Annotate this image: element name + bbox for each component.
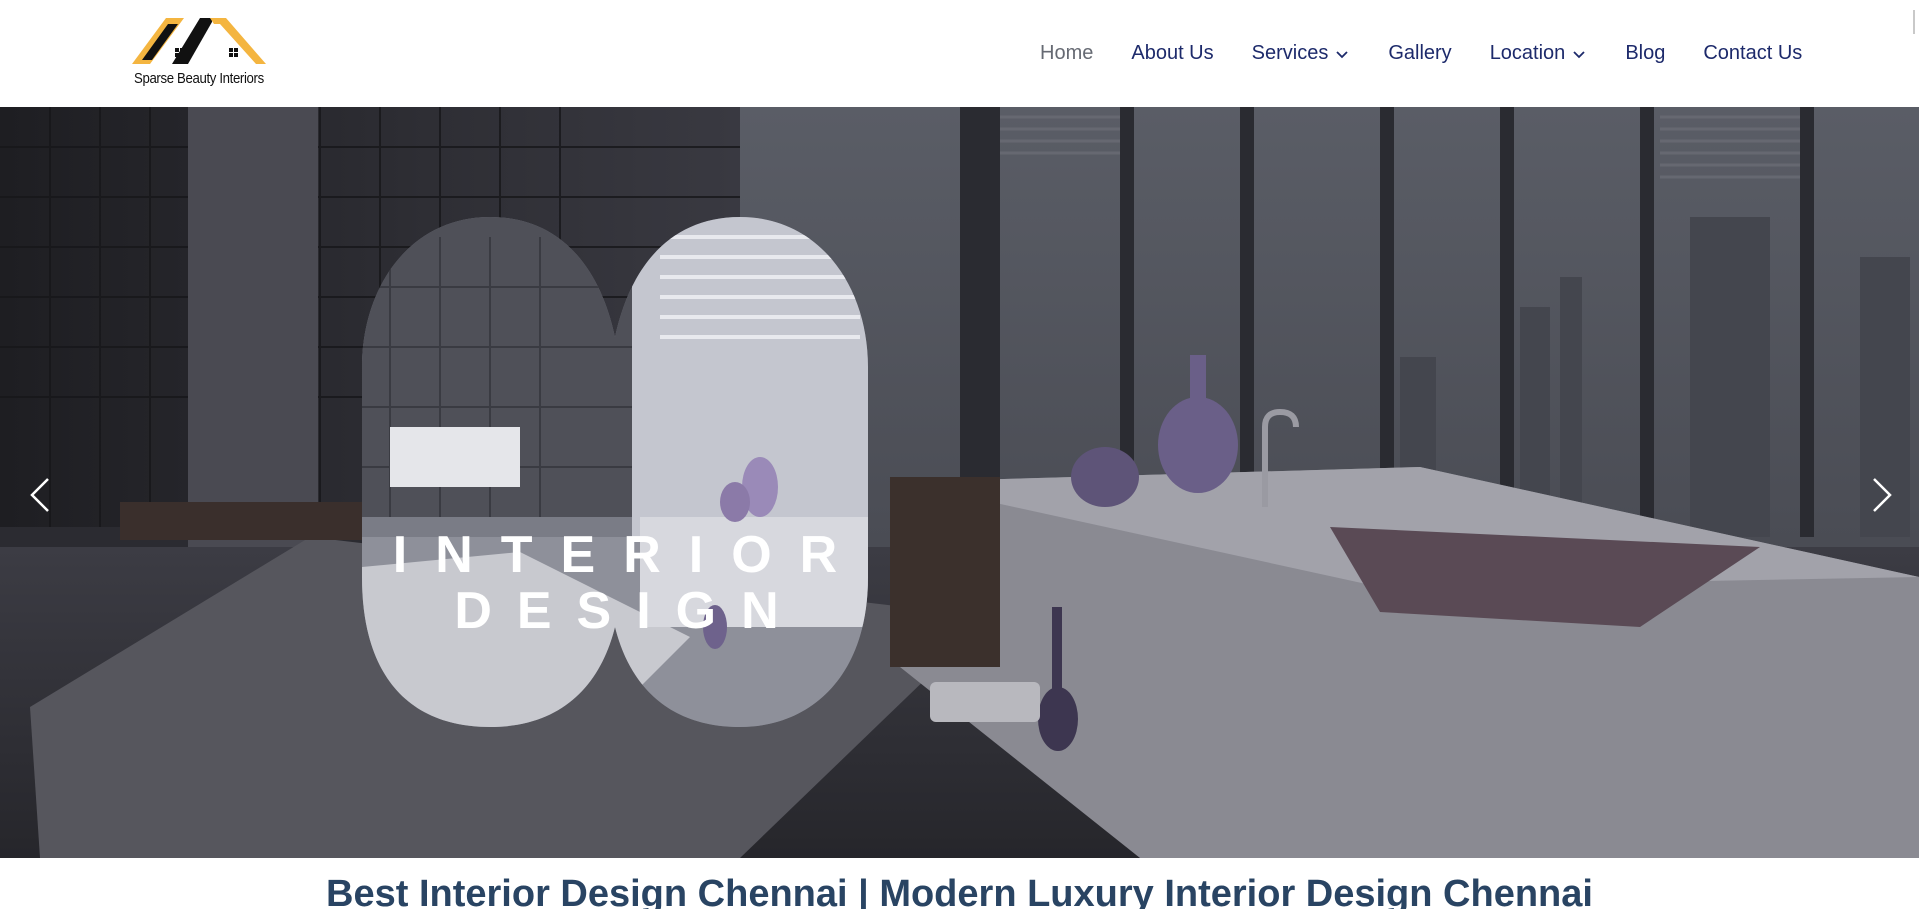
chevron-down-icon	[1336, 50, 1348, 58]
hero-title-line1: INTERIOR	[392, 526, 866, 584]
house-roof-icon	[132, 18, 266, 64]
nav-about-us[interactable]: About Us	[1131, 42, 1213, 65]
chevron-down-icon	[1573, 50, 1585, 58]
nav-contact-us[interactable]: Contact Us	[1703, 42, 1802, 65]
slider-prev-button[interactable]	[20, 465, 60, 525]
chevron-left-icon	[30, 478, 49, 512]
nav-home[interactable]: Home	[1040, 42, 1093, 65]
nav-label: Services	[1251, 42, 1329, 64]
logo-text: Sparse Beauty Interiors	[134, 70, 264, 87]
nav-blog[interactable]: Blog	[1625, 42, 1665, 65]
hero-background-image	[0, 107, 1919, 858]
nav-label: Blog	[1625, 42, 1666, 64]
site-header: Sparse Beauty Interiors Home About Us Se…	[0, 0, 1919, 107]
nav-services[interactable]: Services	[1252, 42, 1351, 65]
nav-label: Home	[1040, 42, 1094, 64]
chevron-right-icon	[1873, 478, 1892, 512]
hero-title: INTERIOR DESIGN	[360, 527, 870, 639]
nav-label: Gallery	[1388, 42, 1452, 64]
hero-slider: INTERIOR DESIGN	[0, 107, 1919, 858]
site-logo[interactable]: Sparse Beauty Interiors	[130, 14, 270, 90]
main-nav: Home About Us Services Gallery Location …	[1040, 0, 1840, 107]
nav-location[interactable]: Location	[1490, 42, 1588, 65]
nav-gallery[interactable]: Gallery	[1388, 42, 1451, 65]
slider-next-button[interactable]	[1862, 465, 1902, 525]
page-heading: Best Interior Design Chennai | Modern Lu…	[326, 873, 1593, 909]
nav-label: Location	[1489, 42, 1566, 64]
nav-label: About Us	[1131, 42, 1214, 64]
scrollbar-edge	[1913, 10, 1915, 34]
hero-title-line2: DESIGN	[454, 582, 804, 640]
nav-label: Contact Us	[1703, 42, 1803, 64]
